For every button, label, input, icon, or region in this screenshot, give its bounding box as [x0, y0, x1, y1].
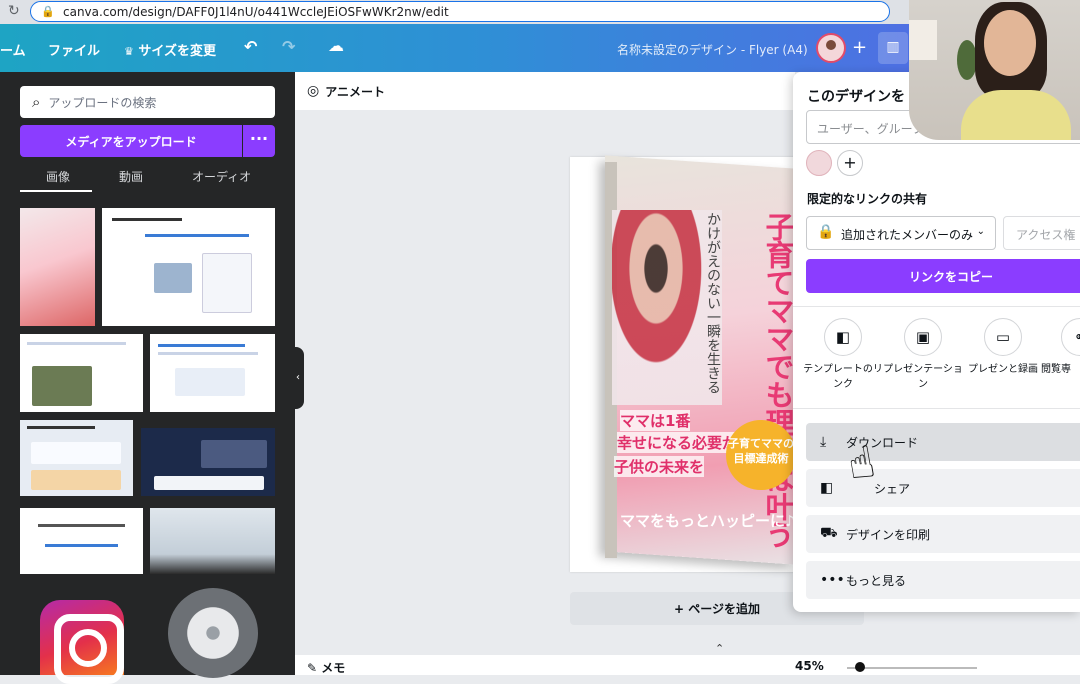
option-label: テンプレートのリンク: [803, 364, 883, 390]
record-camera-icon: ▭: [984, 318, 1022, 356]
copy-link-button[interactable]: リンクをコピー: [806, 259, 1080, 293]
view-only-option[interactable]: ⚭ 閲覧専: [1041, 318, 1080, 377]
lock-icon: 🔒: [817, 224, 835, 240]
redo-icon[interactable]: ↷: [282, 37, 295, 56]
chevron-down-icon: ⌄: [976, 226, 985, 237]
share-external-button[interactable]: ◧ シェア: [806, 469, 1080, 507]
instagram-app-icon: [40, 600, 124, 684]
webcam-overlay: [909, 0, 1080, 140]
collapse-panel-handle[interactable]: ‹: [292, 347, 304, 409]
book-tagline: ママをもっとハッピーに♪: [620, 512, 795, 530]
collaborator-avatar[interactable]: [806, 150, 832, 176]
present-option[interactable]: ▣ プレゼンテーション: [883, 318, 963, 392]
option-label: プレゼンテーション: [883, 364, 963, 390]
more-dots-icon: •••: [820, 572, 845, 588]
link-access-select[interactable]: 🔒 追加されたメンバーのみ ⌄: [806, 216, 996, 250]
tab-audio[interactable]: オーディオ: [192, 168, 251, 185]
view-link-icon: ⚭: [1061, 318, 1080, 356]
insights-icon[interactable]: ▥: [878, 32, 908, 64]
divider: [793, 408, 1080, 409]
download-icon: ⤓: [820, 434, 827, 450]
upload-media-button[interactable]: メディアをアップロード: [20, 125, 242, 157]
editor-bottom-bar: ✎ メモ 45%: [295, 655, 1080, 675]
option-label: 閲覧専: [1041, 364, 1071, 375]
presentation-icon: ▣: [904, 318, 942, 356]
user-avatar[interactable]: [816, 33, 846, 63]
upload-more-button[interactable]: ···: [243, 125, 275, 157]
animate-button[interactable]: アニメート: [325, 83, 385, 100]
see-more-button[interactable]: ••• もっと見る: [806, 561, 1080, 599]
add-collaborator-icon[interactable]: +: [837, 150, 863, 176]
video-app-icon: [168, 588, 258, 678]
link-sharing-label: 限定的なリンクの共有: [807, 192, 928, 206]
file-menu[interactable]: ファイル: [48, 40, 100, 59]
lock-icon: 🔒: [41, 5, 55, 18]
tab-images[interactable]: 画像: [46, 168, 70, 185]
background-poster: [909, 20, 937, 60]
share-panel-title: このデザインを: [807, 89, 905, 105]
zoom-slider-track[interactable]: [847, 667, 977, 669]
zoom-slider-handle[interactable]: [855, 662, 865, 672]
share-layout-icon: ◧: [820, 480, 834, 496]
upload-thumbnail[interactable]: [141, 428, 275, 496]
share-panel: このデザインを ユーザー、グループ、 + 限定的なリンクの共有 🔒 追加されたメ…: [793, 72, 1080, 612]
tab-active-indicator: [20, 190, 92, 192]
resize-label: サイズを変更: [138, 44, 217, 59]
presenter-body: [961, 90, 1071, 140]
present-record-option[interactable]: ▭ プレゼンと録画: [963, 318, 1043, 377]
url-text: canva.com/design/DAFF0J1l4nU/o441WccleJE…: [63, 4, 449, 19]
search-input[interactable]: ⌕ アップロードの検索: [20, 86, 275, 118]
notes-button[interactable]: ✎ メモ: [307, 659, 345, 676]
notes-label: メモ: [321, 661, 346, 675]
truck-icon: ⛟: [820, 525, 838, 541]
design-title[interactable]: 名称未設定のデザイン - Flyer (A4): [617, 41, 808, 58]
reload-icon[interactable]: ↻: [8, 3, 20, 19]
chevron-up-icon[interactable]: ⌃: [715, 642, 724, 655]
zoom-level[interactable]: 45%: [795, 659, 824, 673]
book-text-line: ママは1番: [620, 410, 691, 431]
tab-videos[interactable]: 動画: [119, 168, 143, 185]
notes-icon: ✎: [307, 661, 318, 675]
upload-thumbnail[interactable]: [20, 508, 143, 574]
animate-toolbar: ◎ アニメート: [295, 72, 795, 110]
home-menu[interactable]: ーム: [0, 40, 26, 59]
background-plant: [957, 40, 977, 80]
template-icon: ◧: [824, 318, 862, 356]
undo-icon[interactable]: ↶: [244, 37, 257, 56]
search-placeholder: アップロードの検索: [48, 95, 157, 110]
address-bar[interactable]: 🔒 canva.com/design/DAFF0J1l4nU/o441Wccle…: [30, 1, 890, 22]
search-icon: ⌕: [32, 93, 41, 111]
upload-thumbnail[interactable]: [102, 208, 275, 326]
upload-thumbnail[interactable]: [20, 334, 143, 412]
upload-thumbnail[interactable]: [20, 208, 95, 326]
upload-video-thumbnail[interactable]: [150, 508, 275, 574]
animate-icon: ◎: [307, 83, 320, 99]
media-tabs: 画像 動画 オーディオ: [20, 168, 275, 190]
cloud-saved-icon[interactable]: ☁: [328, 36, 344, 55]
add-member-icon[interactable]: +: [852, 37, 867, 58]
uploads-sidebar: ⌕ アップロードの検索 メディアをアップロード ··· 画像 動画 オーディオ …: [0, 72, 304, 675]
book-text-line: 子供の未来を: [614, 456, 705, 477]
divider: [793, 306, 1080, 307]
link-access-value: 追加されたメンバーのみ: [841, 228, 974, 242]
cover-badge: 子育てママの目標達成術: [726, 420, 796, 490]
upload-thumbnail[interactable]: [150, 334, 275, 412]
resize-button[interactable]: ♛ サイズを変更: [124, 40, 216, 59]
upload-thumbnail[interactable]: [20, 420, 133, 496]
permission-select[interactable]: アクセス権: [1003, 216, 1080, 250]
book-subtitle: かけがえのない一瞬を生きる: [705, 212, 721, 394]
template-link-option[interactable]: ◧ テンプレートのリンク: [803, 318, 883, 392]
book-title: 子育てママでも理想は叶う: [761, 212, 795, 548]
print-design-button[interactable]: ⛟ デザインを印刷: [806, 515, 1080, 553]
crown-icon: ♛: [124, 45, 134, 58]
presenter-face: [984, 10, 1036, 76]
option-label: プレゼンと録画: [968, 364, 1038, 375]
see-more-label: もっと見る: [846, 573, 907, 588]
print-label: デザインを印刷: [846, 527, 931, 542]
